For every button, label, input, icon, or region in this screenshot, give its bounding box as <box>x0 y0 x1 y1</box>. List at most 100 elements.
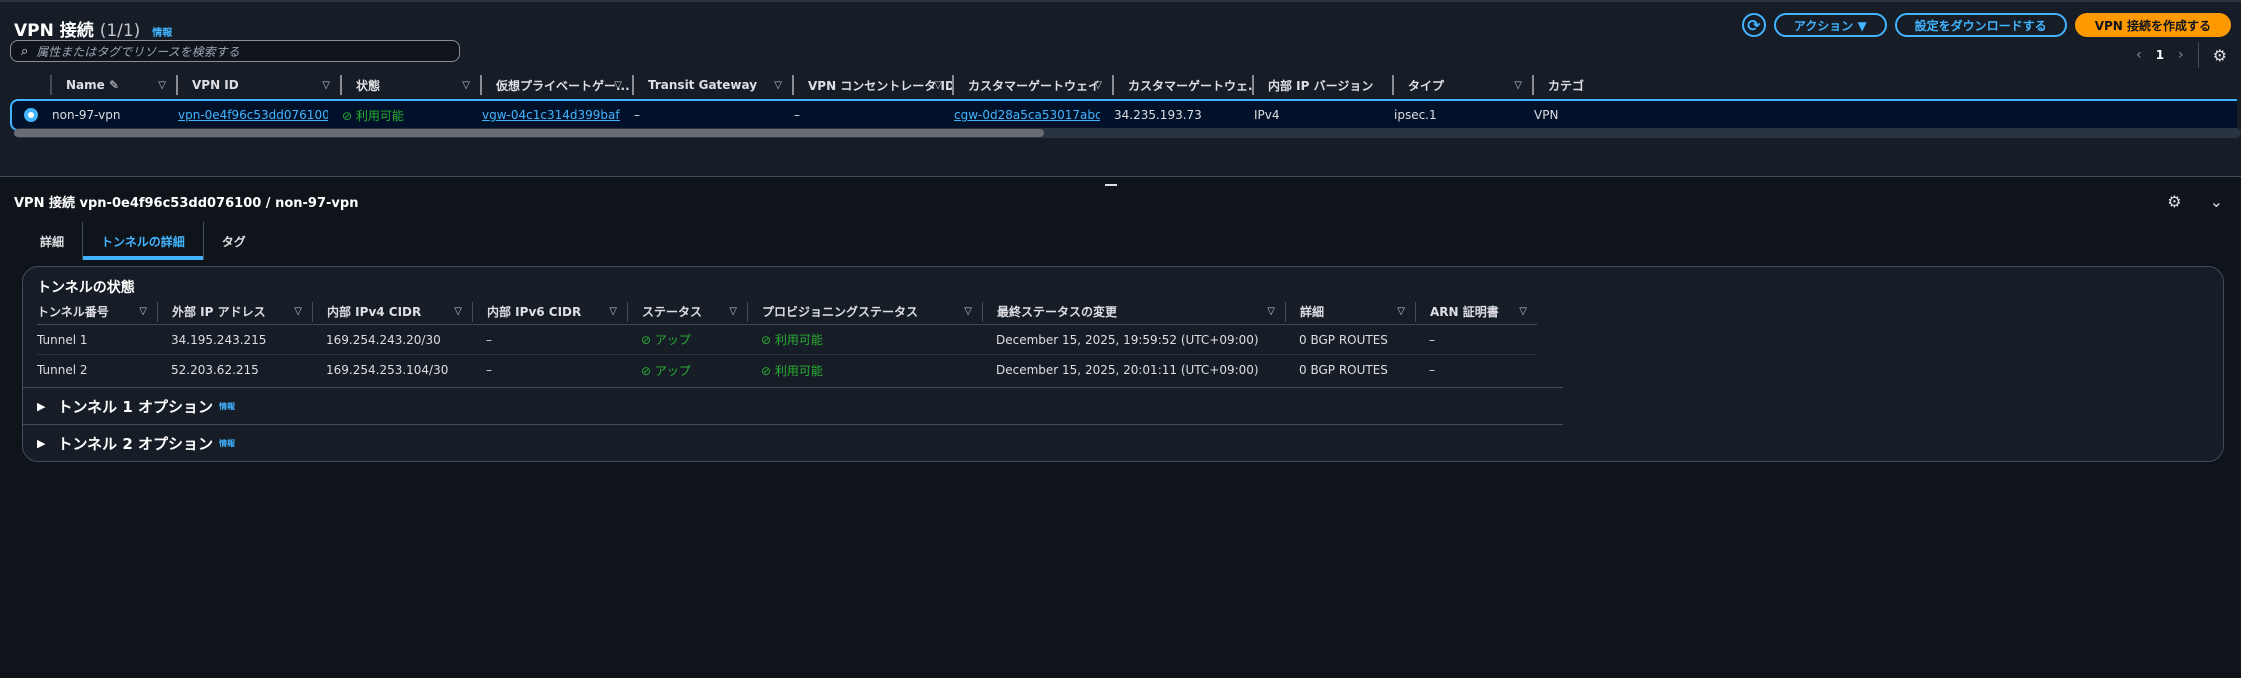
sort-icon[interactable]: ▽ <box>139 306 147 317</box>
next-page-icon[interactable]: › <box>2178 47 2184 63</box>
gear-icon[interactable]: ⚙ <box>2213 46 2227 65</box>
tab-tunnel-details[interactable]: トンネルの詳細 <box>83 222 204 260</box>
cell-last-change: December 15, 2025, 19:59:52 (UTC+09:00) <box>996 332 1259 347</box>
state-badge: ⊘ 利用可能 <box>342 108 404 123</box>
sort-icon[interactable]: ▽ <box>609 306 617 317</box>
sort-icon[interactable]: ▽ <box>934 80 942 91</box>
sort-icon[interactable]: ▽ <box>462 80 470 91</box>
cell-ipv6: – <box>486 332 492 347</box>
sort-icon[interactable]: ▽ <box>1514 80 1522 91</box>
divider <box>2197 42 2199 68</box>
download-config-button[interactable]: 設定をダウンロードする <box>1894 13 2067 37</box>
column-provisioning[interactable]: プロビジョニングステータス ▽ <box>747 301 982 322</box>
cell-category: VPN <box>1534 108 1559 122</box>
sort-icon[interactable]: ▽ <box>1094 80 1102 91</box>
cell-arn: – <box>1429 332 1435 347</box>
caret-right-icon: ▶ <box>37 436 46 450</box>
vpn-connections-panel: VPN 接続 (1/1) 情報 ⌕ 属性またはタグでリソースを検索する ⟳ アク… <box>0 0 2241 176</box>
sort-icon[interactable]: ▽ <box>1267 306 1275 317</box>
card-title: トンネルの状態 <box>37 280 135 296</box>
provisioning-badge: ⊘ 利用可能 <box>761 363 823 378</box>
column-ipv6[interactable]: 内部 IPv6 CIDR ▽ <box>472 301 627 322</box>
tunnel-state-card: トンネルの状態 トンネル番号 ▽ 外部 IP アドレス ▽ 内部 IPv4 CIDR… <box>22 266 2224 462</box>
cell-tgw: – <box>634 108 640 122</box>
table-row: Tunnel 2 52.203.62.215 169.254.253.104/3… <box>37 355 1537 385</box>
create-vpn-button[interactable]: VPN 接続を作成する <box>2074 13 2231 37</box>
refresh-button[interactable]: ⟳ <box>1741 13 1766 37</box>
cell-outside-ip: 34.195.243.215 <box>171 332 267 347</box>
column-status[interactable]: ステータス ▽ <box>627 301 747 322</box>
radio-selected[interactable] <box>24 108 38 122</box>
column-category[interactable]: カテゴ <box>1532 75 1612 95</box>
info-link[interactable]: 情報 <box>152 28 172 39</box>
prev-page-icon[interactable]: ‹ <box>2136 47 2142 63</box>
column-state[interactable]: 状態 ▽ <box>340 75 480 95</box>
table-row: Tunnel 1 34.195.243.215 169.254.243.20/3… <box>37 325 1537 355</box>
tab-tags[interactable]: タグ <box>204 222 264 260</box>
column-vpn-id[interactable]: VPN ID ▽ <box>176 75 340 95</box>
sort-icon[interactable]: ▽ <box>322 80 330 91</box>
actions-button[interactable]: アクション ▼ <box>1773 13 1887 37</box>
cell-cgw-ip: 34.235.193.73 <box>1114 108 1202 122</box>
row-select[interactable] <box>12 108 38 122</box>
column-outside-ip[interactable]: 外部 IP アドレス ▽ <box>157 301 312 322</box>
sort-icon[interactable]: ▽ <box>964 306 972 317</box>
info-link[interactable]: 情報 <box>219 438 235 449</box>
column-cgw[interactable]: カスタマーゲートウェイ ▽ <box>952 75 1112 95</box>
column-vgw[interactable]: 仮想プライベートゲー... ▽ <box>480 75 632 95</box>
search-input[interactable]: ⌕ 属性またはタグでリソースを検索する <box>10 40 460 62</box>
cell-tunnel: Tunnel 1 <box>37 332 88 347</box>
horizontal-scrollbar[interactable] <box>14 128 2241 138</box>
select-column <box>24 75 50 95</box>
column-concentrator[interactable]: VPN コンセントレータ ID ▽ <box>792 75 952 95</box>
cell-name: non-97-vpn <box>52 108 121 122</box>
tab-details[interactable]: 詳細 <box>22 222 84 260</box>
vgw-link[interactable]: vgw-04c1c314d399baf22 <box>482 108 620 122</box>
cell-tunnel: Tunnel 2 <box>37 363 88 377</box>
cgw-link[interactable]: cgw-0d28a5ca53017abc9 <box>954 108 1100 122</box>
cell-concentrator: – <box>794 108 800 122</box>
sort-icon[interactable]: ▽ <box>774 80 782 91</box>
chevron-down-icon[interactable]: ⌄ <box>2210 192 2223 211</box>
column-name[interactable]: Name ✎ ▽ <box>50 75 176 95</box>
caret-right-icon: ▶ <box>37 399 46 413</box>
edit-icon: ✎ <box>108 78 120 92</box>
sort-icon[interactable]: ▽ <box>729 306 737 317</box>
cell-ipv4: 169.254.243.20/30 <box>326 332 441 347</box>
cell-type: ipsec.1 <box>1394 108 1437 122</box>
count: (1/1) <box>99 21 141 41</box>
info-link[interactable]: 情報 <box>219 401 235 412</box>
tunnel-1-options-expander[interactable]: ▶ トンネル 1 オプション 情報 <box>23 387 1563 424</box>
cell-ipv6: – <box>486 363 492 377</box>
cell-outside-ip: 52.203.62.215 <box>171 363 259 377</box>
vpn-id-link[interactable]: vpn-0e4f96c53dd076100 <box>178 108 328 122</box>
sort-icon[interactable]: ▽ <box>454 306 462 317</box>
column-last-change[interactable]: 最終ステータスの変更 ▽ <box>982 301 1285 322</box>
gear-icon[interactable]: ⚙ <box>2167 192 2181 211</box>
column-detail[interactable]: 詳細 ▽ <box>1285 301 1415 322</box>
sort-icon[interactable]: ▽ <box>294 306 302 317</box>
column-arn[interactable]: ARN 証明書 ▽ <box>1415 301 1537 322</box>
column-ip-version[interactable]: 内部 IP バージョン <box>1252 75 1392 95</box>
cell-arn: – <box>1429 363 1435 377</box>
column-ipv4[interactable]: 内部 IPv4 CIDR ▽ <box>312 301 472 322</box>
sort-icon[interactable]: ▽ <box>1519 306 1527 317</box>
pagination: ‹ 1 › ⚙ <box>2136 42 2227 68</box>
sort-icon[interactable]: ▽ <box>1397 306 1405 317</box>
table-row[interactable]: non-97-vpn vpn-0e4f96c53dd076100 ⊘ 利用可能 … <box>10 99 2237 131</box>
sort-icon[interactable]: ▽ <box>614 80 622 91</box>
column-tunnel[interactable]: トンネル番号 ▽ <box>37 302 157 322</box>
column-type[interactable]: タイプ ▽ <box>1392 75 1532 95</box>
sort-icon[interactable]: ▽ <box>158 80 166 91</box>
tunnel-2-options-expander[interactable]: ▶ トンネル 2 オプション 情報 <box>23 424 1563 461</box>
column-cgw-ip[interactable]: カスタマーゲートウェ... <box>1112 75 1252 95</box>
scrollbar-thumb[interactable] <box>14 129 1044 137</box>
resize-handle[interactable] <box>1105 184 1117 186</box>
column-tgw[interactable]: Transit Gateway ▽ <box>632 75 792 95</box>
page-title: VPN 接続 (1/1) 情報 <box>14 21 173 41</box>
cell-ip-version: IPv4 <box>1254 108 1280 122</box>
check-circle-icon: ⊘ <box>761 333 772 347</box>
status-badge: ⊘ アップ <box>641 333 691 347</box>
page-number[interactable]: 1 <box>2156 48 2164 62</box>
check-circle-icon: ⊘ <box>342 108 353 123</box>
